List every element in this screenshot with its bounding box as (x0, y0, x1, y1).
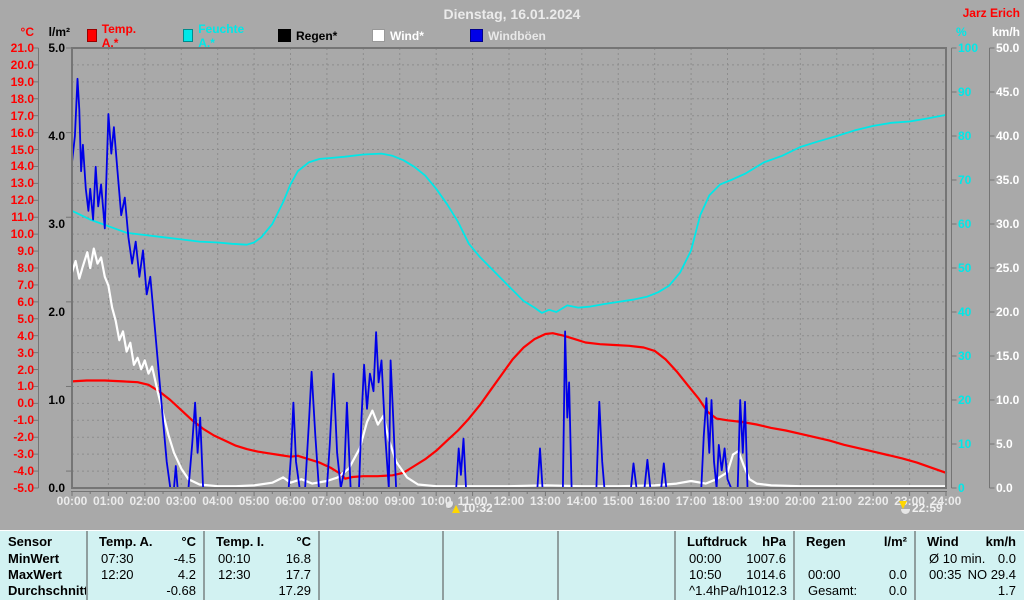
table-cell-value: 1.7 (997, 583, 1016, 598)
table-cell-time: 12:30 (218, 567, 251, 582)
table-cell-value: 1012.3 (747, 583, 787, 598)
table-cell-time: 10:50 (689, 567, 722, 582)
weather-chart (33, 47, 995, 496)
table-cell-time: 00:00 (689, 551, 722, 566)
table-cell-value: NO 29.4 (967, 567, 1016, 582)
table-separator (86, 531, 88, 600)
table-cell-time: Gesamt: (808, 583, 858, 598)
table-col-title: Temp. A. (99, 534, 153, 549)
table-cell-value: 1007.6 (746, 551, 786, 566)
table-col-title: Luftdruck (687, 534, 747, 549)
rise-arrow-icon (452, 505, 460, 513)
table-cell-value: 16.8 (285, 551, 311, 566)
table-column-wind: Wind km/h Ø 10 min. 0.0 00:35 NO 29.4 1.7 (915, 531, 1024, 600)
table-row-label: MaxWert (8, 567, 62, 582)
table-row-label: MinWert (8, 551, 60, 566)
table-row-label: Durchschnitt (8, 583, 89, 598)
table-cell-time: 00:10 (218, 551, 251, 566)
table-separator (557, 531, 559, 600)
table-col-title: Regen (806, 534, 846, 549)
weather-logger-window: { "header": { "title": "Dienstag, 16.01.… (0, 0, 1024, 600)
table-cell-value: 1014.6 (746, 567, 786, 582)
table-cell-time: 00:00 (808, 567, 841, 582)
table-col-unit: km/h (985, 534, 1016, 549)
table-cell-value: 17.7 (285, 567, 311, 582)
moonrise-time: 10:32 (462, 501, 493, 515)
table-column-temp-a-: Temp. A. °C 07:30 -4.5 12:20 4.2 -0.68 (87, 531, 204, 600)
moonset-time: 22:59 (912, 501, 943, 515)
table-col-title: Wind (927, 534, 959, 549)
table-separator (914, 531, 916, 600)
table-cell-value: 0.0 (888, 583, 907, 598)
table-col-unit: °C (296, 534, 311, 549)
table-cell-value: 0.0 (997, 551, 1016, 566)
table-separator (318, 531, 320, 600)
table-cell-value: -0.68 (166, 583, 196, 598)
table-cell-time: 12:20 (101, 567, 134, 582)
moonset-marker: 22:59 (899, 501, 943, 515)
table-column-regen: Regen l/m² 00:00 0.0 Gesamt: 0.0 (794, 531, 915, 600)
table-row-label: Sensor (8, 534, 53, 549)
table-cell-time: ^1.4hPa/h (689, 583, 748, 598)
table-separator (674, 531, 676, 600)
table-cell-value: -4.5 (173, 551, 196, 566)
table-cell-time: 00:35 (929, 567, 962, 582)
table-column-empty-3 (443, 531, 558, 600)
moonrise-marker: 10:32 (446, 501, 493, 515)
table-col-unit: l/m² (883, 534, 907, 549)
table-separator (793, 531, 795, 600)
table-cell-value: 0.0 (888, 567, 907, 582)
table-col-unit: hPa (762, 534, 786, 549)
table-cell-time: 07:30 (101, 551, 134, 566)
table-separator (203, 531, 205, 600)
table-column-temp-i-: Temp. I. °C 00:10 16.8 12:30 17.7 17.29 (204, 531, 319, 600)
table-separator (442, 531, 444, 600)
summary-table: Sensor MinWert MaxWert Durchschnitt Temp. A.… (0, 530, 1024, 600)
table-column-empty-4 (558, 531, 675, 600)
table-column-empty-2 (319, 531, 443, 600)
table-col-title: Temp. I. (216, 534, 265, 549)
moonset-icon (901, 509, 910, 514)
table-cell-time: Ø 10 min. (929, 551, 986, 566)
table-cell-value: 17.29 (278, 583, 311, 598)
table-column-luftdruck: Luftdruck hPa 00:00 1007.6 10:50 1014.6 ^1.4hP… (675, 531, 794, 600)
table-cell-value: 4.2 (177, 567, 196, 582)
set-arrow-icon (899, 501, 907, 509)
table-col-unit: °C (181, 534, 196, 549)
